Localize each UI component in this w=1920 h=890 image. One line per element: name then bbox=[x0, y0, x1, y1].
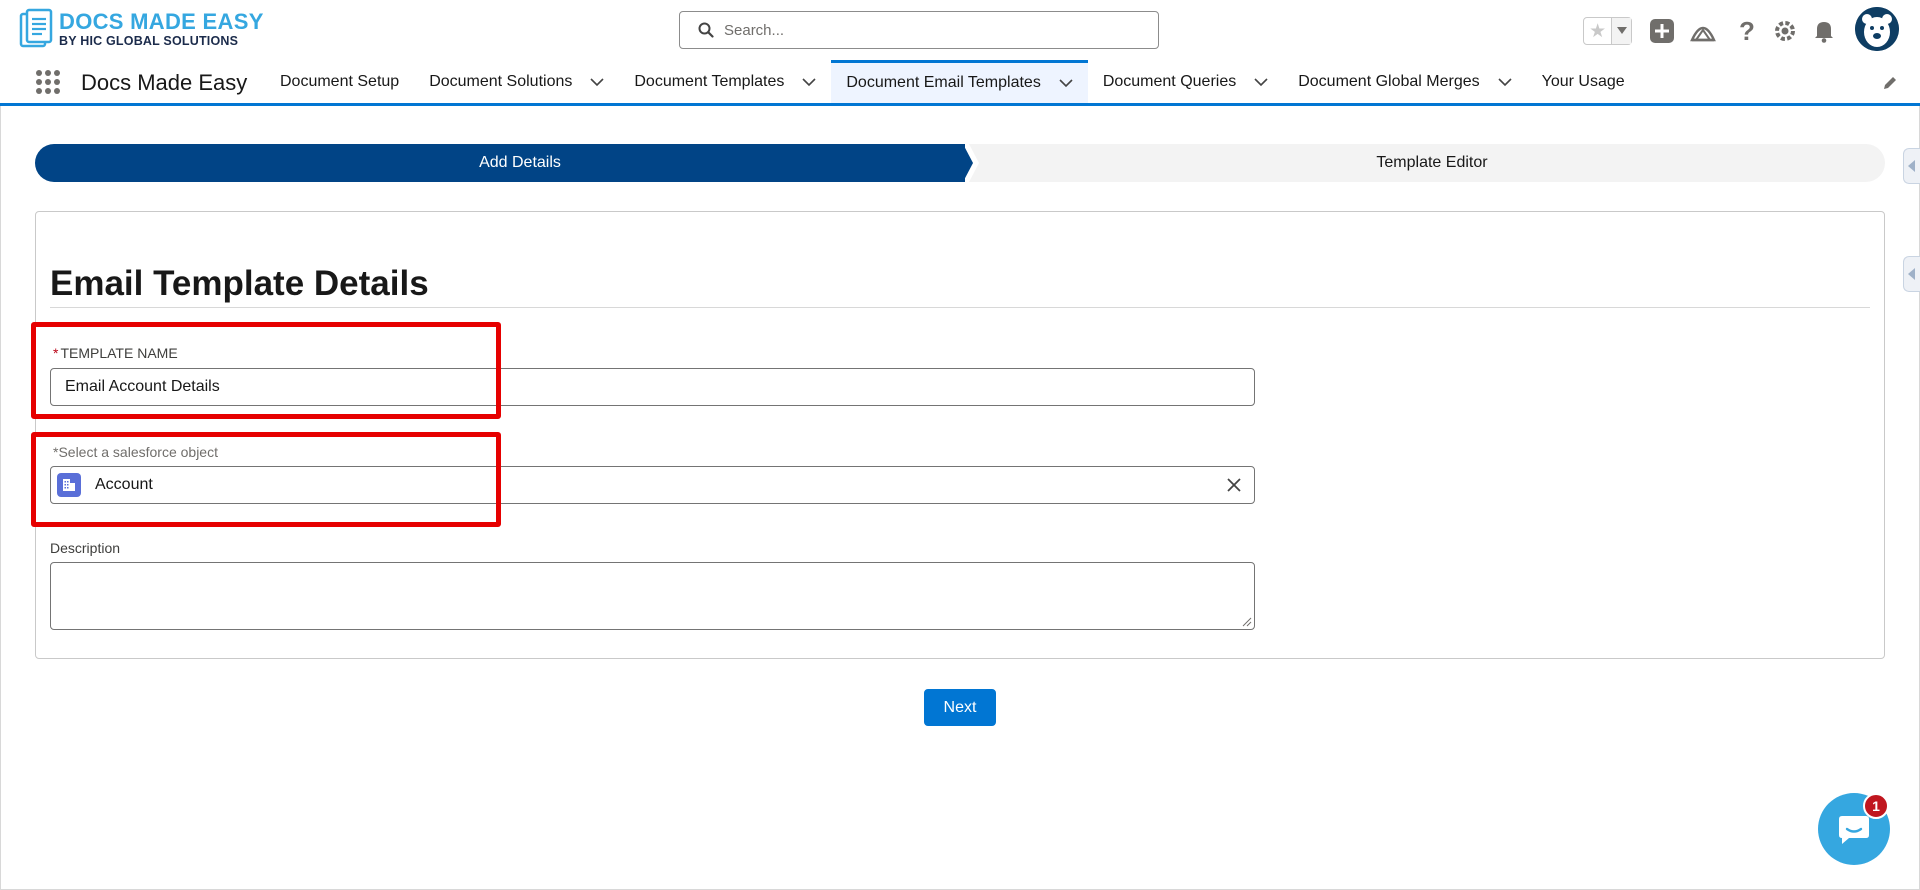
highlight-box-template-name bbox=[31, 322, 501, 419]
page-title: Email Template Details bbox=[50, 264, 429, 303]
path-notch bbox=[969, 144, 979, 182]
description-label: Description bbox=[50, 540, 121, 556]
nav-item-label: Document Queries bbox=[1102, 72, 1237, 90]
chat-icon bbox=[1839, 816, 1869, 844]
nav-item-document-queries[interactable]: Document Queries bbox=[1088, 60, 1283, 103]
bell-icon[interactable] bbox=[1811, 18, 1837, 44]
side-panel-tab[interactable] bbox=[1903, 256, 1920, 292]
nav-item-document-email-templates[interactable]: Document Email Templates bbox=[831, 60, 1088, 103]
app-logo[interactable]: DOCS MADE EASY BY HIC GLOBAL SOLUTIONS bbox=[19, 8, 264, 50]
chevron-down-icon[interactable] bbox=[590, 77, 604, 87]
nav-item-document-templates[interactable]: Document Templates bbox=[619, 60, 831, 103]
nav-item-label: Document Templates bbox=[634, 72, 785, 90]
trailhead-icon[interactable] bbox=[1690, 18, 1716, 44]
pencil-icon[interactable] bbox=[1882, 75, 1898, 91]
nav-item-label: Document Setup bbox=[280, 72, 400, 90]
favorites-dropdown[interactable] bbox=[1611, 18, 1631, 44]
nav-items: Document Setup Document Solutions Docume… bbox=[265, 60, 1640, 103]
path-step-label: Add Details bbox=[479, 154, 561, 171]
description-textarea[interactable] bbox=[50, 562, 1255, 630]
title-divider bbox=[50, 307, 1870, 308]
add-icon[interactable] bbox=[1649, 18, 1675, 44]
avatar[interactable] bbox=[1855, 7, 1899, 51]
app-navigation-bar: Docs Made Easy Document Setup Document S… bbox=[0, 60, 1920, 106]
nav-item-label: Document Email Templates bbox=[846, 74, 1041, 91]
gear-icon[interactable] bbox=[1772, 18, 1798, 44]
path-step-template-editor[interactable]: Template Editor bbox=[979, 144, 1885, 182]
chevron-down-icon bbox=[1616, 27, 1627, 34]
resize-handle-icon[interactable] bbox=[1242, 617, 1252, 627]
global-header: DOCS MADE EASY BY HIC GLOBAL SOLUTIONS S… bbox=[0, 0, 1920, 60]
path-step-label: Template Editor bbox=[1376, 154, 1488, 171]
chevron-down-icon[interactable] bbox=[1254, 77, 1268, 87]
logo-sub-text: BY HIC GLOBAL SOLUTIONS bbox=[59, 33, 239, 48]
app-launcher-icon[interactable] bbox=[35, 69, 61, 95]
highlight-box-object bbox=[31, 432, 501, 527]
search-placeholder: Search... bbox=[724, 21, 785, 39]
global-search-input[interactable]: Search... bbox=[679, 11, 1159, 49]
close-icon[interactable] bbox=[1226, 477, 1242, 493]
chat-notification-badge: 1 bbox=[1863, 793, 1889, 819]
document-logo-icon bbox=[19, 8, 53, 48]
nav-item-your-usage[interactable]: Your Usage bbox=[1527, 60, 1640, 103]
help-icon[interactable]: ? bbox=[1734, 16, 1760, 46]
nav-item-document-solutions[interactable]: Document Solutions bbox=[414, 60, 619, 103]
nav-item-document-setup[interactable]: Document Setup bbox=[265, 60, 414, 103]
chevron-left-icon bbox=[1908, 160, 1915, 172]
app-name: Docs Made Easy bbox=[81, 70, 248, 95]
side-panel-tab[interactable] bbox=[1903, 148, 1920, 184]
path-step-add-details[interactable]: Add Details bbox=[35, 144, 965, 182]
progress-path: Add Details Template Editor bbox=[35, 144, 1885, 182]
nav-item-label: Document Solutions bbox=[429, 72, 573, 90]
next-button[interactable]: Next bbox=[924, 689, 996, 726]
chevron-left-icon bbox=[1908, 268, 1915, 280]
star-icon[interactable]: ★ bbox=[1584, 18, 1611, 44]
logo-main-text: DOCS MADE EASY bbox=[59, 8, 264, 34]
search-icon bbox=[698, 22, 714, 38]
chevron-down-icon[interactable] bbox=[802, 77, 816, 87]
favorites-button[interactable]: ★ bbox=[1583, 17, 1632, 45]
chevron-down-icon[interactable] bbox=[1498, 77, 1512, 87]
nav-item-label: Document Global Merges bbox=[1298, 72, 1480, 90]
nav-item-document-global-merges[interactable]: Document Global Merges bbox=[1283, 60, 1526, 103]
chevron-down-icon[interactable] bbox=[1059, 78, 1073, 88]
nav-item-label: Your Usage bbox=[1541, 72, 1625, 90]
